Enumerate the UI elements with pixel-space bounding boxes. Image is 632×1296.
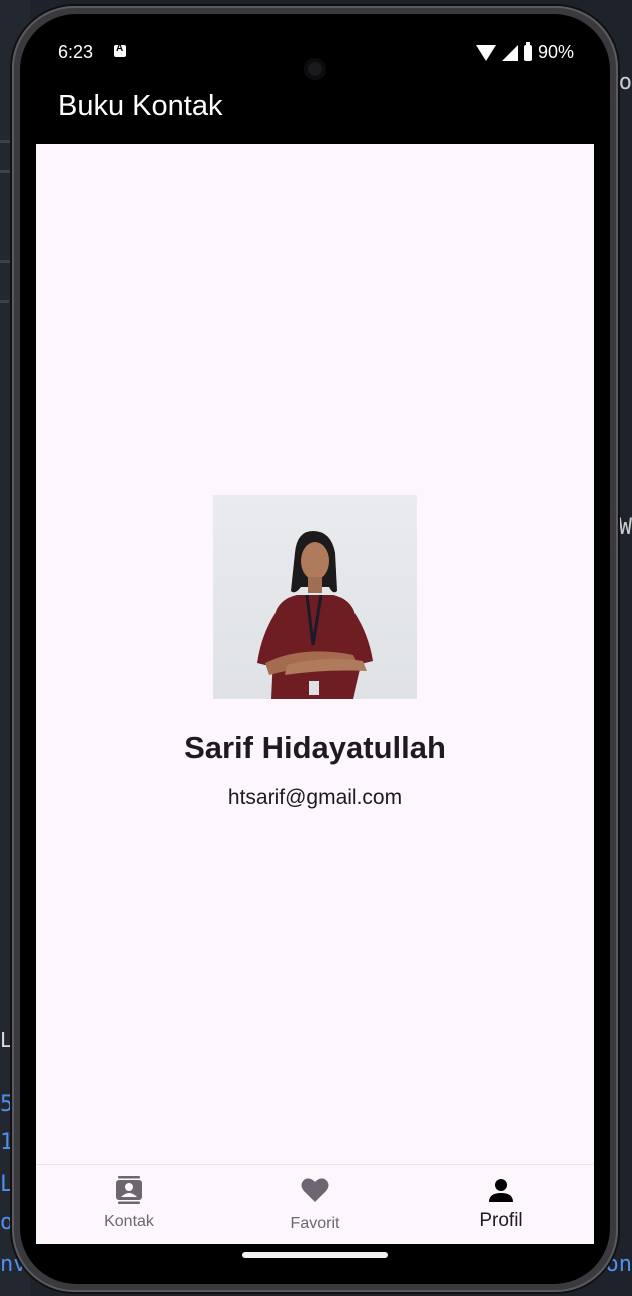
- profile-photo: [213, 495, 417, 699]
- contact-card-icon: [116, 1176, 142, 1204]
- battery-percent: 90%: [537, 42, 574, 62]
- battery-icon: [523, 41, 532, 61]
- ide-text: o: [618, 70, 632, 95]
- ide-code-line: [0, 170, 10, 173]
- a-icon: [114, 43, 126, 57]
- profile-email: htsarif@gmail.com: [227, 786, 403, 809]
- person-photo-illustration: [257, 531, 373, 699]
- wifi-icon: [475, 44, 496, 61]
- phone-screen: 6:23 90% Buku Kontak: [36, 22, 594, 1244]
- nav-item-profil[interactable]: Profil: [408, 1165, 594, 1244]
- nav-item-favorit[interactable]: Favorit: [222, 1165, 408, 1244]
- profile-page: Sarif Hidayatullah htsarif@gmail.com: [36, 144, 594, 1164]
- nav-label-kontak: Kontak: [104, 1213, 154, 1230]
- nav-label-profil: Profil: [479, 1210, 523, 1231]
- status-bar: 6:23 90%: [36, 22, 594, 82]
- nav-label-favorit: Favorit: [290, 1215, 340, 1232]
- home-indicator[interactable]: [242, 1252, 388, 1258]
- person-icon: [489, 1179, 513, 1202]
- ide-code-line: [0, 300, 9, 303]
- signal-icon: [501, 44, 518, 61]
- ide-text: W: [618, 515, 632, 540]
- heart-icon: [301, 1178, 329, 1202]
- nav-item-kontak[interactable]: Kontak: [36, 1165, 222, 1244]
- bottom-navigation: Kontak Favorit Profil: [36, 1164, 594, 1244]
- app-title: Buku Kontak: [58, 90, 223, 122]
- profile-name: Sarif Hidayatullah: [184, 730, 446, 765]
- front-camera: [304, 58, 326, 80]
- ide-code-line: [0, 260, 12, 263]
- status-time: 6:23: [58, 42, 94, 62]
- status-icons: 90%: [475, 41, 574, 63]
- app-bar: Buku Kontak: [36, 82, 594, 144]
